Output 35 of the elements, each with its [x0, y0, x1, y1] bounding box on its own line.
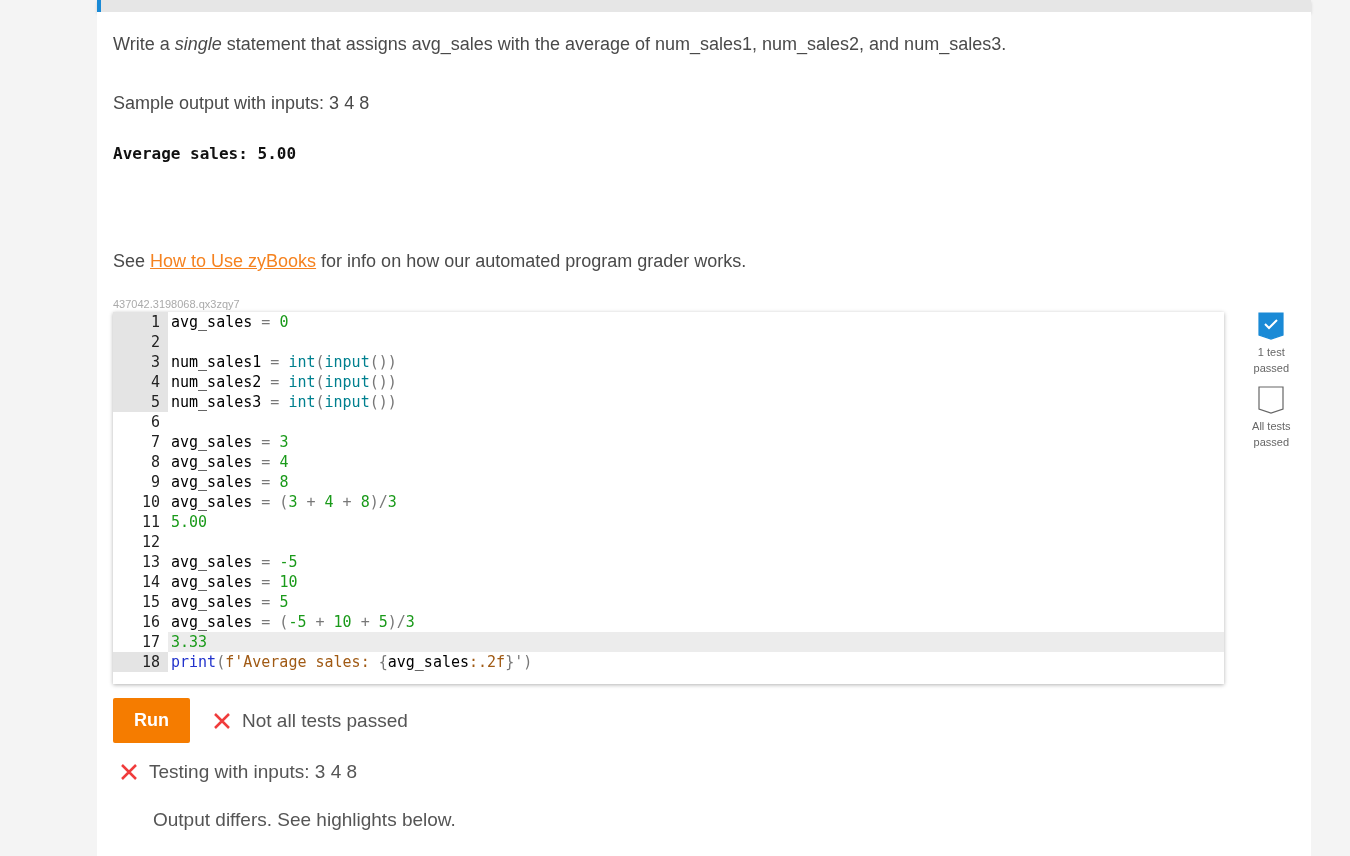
code-line: 3.33	[170, 632, 208, 652]
badge-label: All tests passed	[1251, 419, 1292, 450]
line-number: 2	[113, 332, 168, 352]
code-line: avg_sales = (-5 + 10 + 5)/3	[170, 612, 415, 632]
line-number: 18	[113, 652, 168, 672]
code-line: avg_sales = (3 + 4 + 8)/3	[170, 492, 397, 512]
line-number: 1	[113, 312, 168, 332]
code-line: avg_sales = 3	[170, 432, 289, 452]
code-editor[interactable]	[113, 312, 1224, 684]
code-line: avg_sales = 4	[170, 452, 289, 472]
badge-label: 1 test passed	[1252, 345, 1291, 376]
line-number: 4	[113, 372, 168, 392]
code-line: avg_sales = 10	[170, 572, 298, 592]
code-line: print(f'Average sales: {avg_sales:.2f}')	[170, 652, 533, 672]
help-link[interactable]: How to Use zyBooks	[150, 251, 317, 271]
code-line: avg_sales = -5	[170, 552, 298, 572]
sample-output-label: Sample output with inputs: 3 4 8	[113, 93, 371, 114]
code-line: num_sales1 = int(input())	[170, 352, 397, 372]
result-text: Not all tests passed	[242, 709, 408, 732]
run-button[interactable]: Run	[113, 698, 190, 743]
sample-output-text: Average sales: 5.00	[113, 144, 298, 163]
test-label: Testing with inputs: 3 4 8	[149, 761, 358, 783]
exercise-id: 437042.3198068.qx3zqy7	[113, 298, 241, 310]
code-line: 5.00	[170, 512, 208, 532]
test-message: Output differs. See highlights below.	[152, 809, 457, 831]
line-number: 5	[113, 392, 168, 412]
help-text: See How to Use zyBooks for info on how our automated program grader works.	[113, 251, 748, 272]
line-number: 17	[113, 632, 168, 652]
line-number: 3	[113, 352, 168, 372]
code-line: avg_sales = 5	[170, 592, 289, 612]
code-line: num_sales3 = int(input())	[170, 392, 397, 412]
code-line: num_sales2 = int(input())	[170, 372, 397, 392]
code-line: avg_sales = 8	[170, 472, 289, 492]
code-line: avg_sales = 0	[170, 312, 289, 332]
instruction-text: Write a single statement that assigns avg_sales with the average of num_sales1, num_sales2, and num_sales3.	[113, 34, 1008, 55]
